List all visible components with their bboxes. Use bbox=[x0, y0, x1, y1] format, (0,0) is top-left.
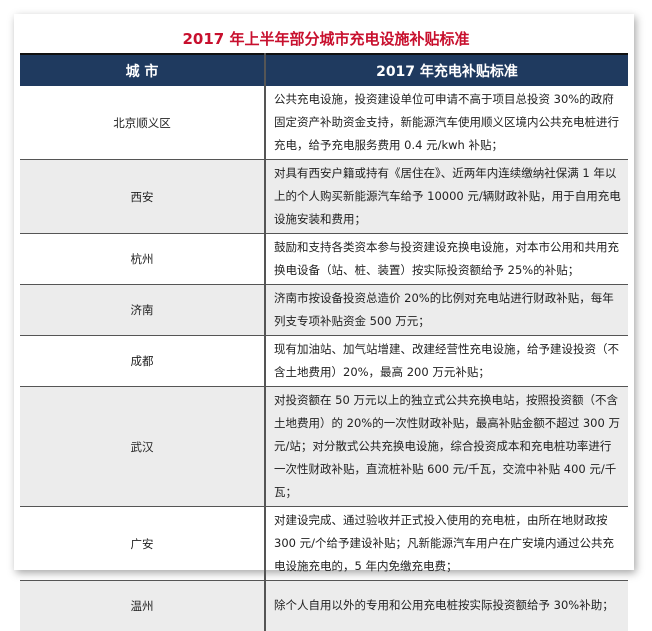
standard-cell: 对投资额在 50 万元以上的独立式公共充换电站，按照投资额（不含土地费用）的 2… bbox=[265, 386, 628, 507]
standard-cell: 济南市按设备投资总造价 20%的比例对充电站进行财政补贴，每年列支专项补贴资金 … bbox=[265, 284, 628, 336]
city-cell: 杭州 bbox=[20, 233, 266, 285]
city-cell: 济南 bbox=[20, 284, 266, 336]
standard-cell: 公共充电设施，投资建设单位可申请不高于项目总投资 30%的政府固定资产补助资金支… bbox=[265, 86, 628, 160]
table-row: 成都 现有加油站、加气站增建、改建经营性充电设施，给予建设投资（不含土地费用）20… bbox=[20, 335, 628, 387]
table-header-row: 城 市 2017 年充电补贴标准 bbox=[20, 53, 628, 86]
header-city: 城 市 bbox=[20, 53, 266, 86]
standard-cell: 鼓励和支持各类资本参与投资建设充换电设施，对本市公用和共用充换电设备（站、桩、装… bbox=[265, 233, 628, 285]
table-title: 2017 年上半年部分城市充电设施补贴标准 bbox=[182, 30, 470, 48]
city-cell: 武汉 bbox=[20, 386, 266, 507]
city-cell: 成都 bbox=[20, 335, 266, 387]
table-row: 武汉 对投资额在 50 万元以上的独立式公共充换电站，按照投资额（不含土地费用）的… bbox=[20, 386, 628, 507]
standard-cell: 对建设完成、通过验收并正式投入使用的充电桩，由所在地财政按 300 元/个给予建… bbox=[265, 506, 628, 581]
table-row: 广安 对建设完成、通过验收并正式投入使用的充电桩，由所在地财政按 300 元/个给… bbox=[20, 506, 628, 581]
city-cell: 北京顺义区 bbox=[20, 86, 266, 160]
table-row: 温州 除个人自用以外的专用和公用充电桩按实际投资额给予 30%补助； bbox=[20, 580, 628, 631]
table-row: 济南 济南市按设备投资总造价 20%的比例对充电站进行财政补贴，每年列支专项补贴资… bbox=[20, 284, 628, 336]
standard-cell: 现有加油站、加气站增建、改建经营性充电设施，给予建设投资（不含土地费用）20%，… bbox=[265, 335, 628, 387]
city-cell: 温州 bbox=[20, 580, 266, 631]
header-standard: 2017 年充电补贴标准 bbox=[265, 53, 628, 86]
table-row: 西安 对具有西安户籍或持有《居住在》、近两年内连续缴纳社保满 1 年以上的个人购买… bbox=[20, 159, 628, 234]
table-row: 北京顺义区 公共充电设施，投资建设单位可申请不高于项目总投资 30%的政府固定资产… bbox=[20, 86, 628, 160]
city-cell: 西安 bbox=[20, 159, 266, 234]
standard-cell: 对具有西安户籍或持有《居住在》、近两年内连续缴纳社保满 1 年以上的个人购买新能… bbox=[265, 159, 628, 234]
city-cell: 广安 bbox=[20, 506, 266, 581]
standard-cell: 除个人自用以外的专用和公用充电桩按实际投资额给予 30%补助； bbox=[265, 580, 628, 631]
table-row: 杭州 鼓励和支持各类资本参与投资建设充换电设施，对本市公用和共用充换电设备（站、桩… bbox=[20, 233, 628, 285]
subsidy-table: 城 市 2017 年充电补贴标准 北京顺义区 公共充电设施，投资建设单位可申请不高… bbox=[20, 53, 628, 631]
